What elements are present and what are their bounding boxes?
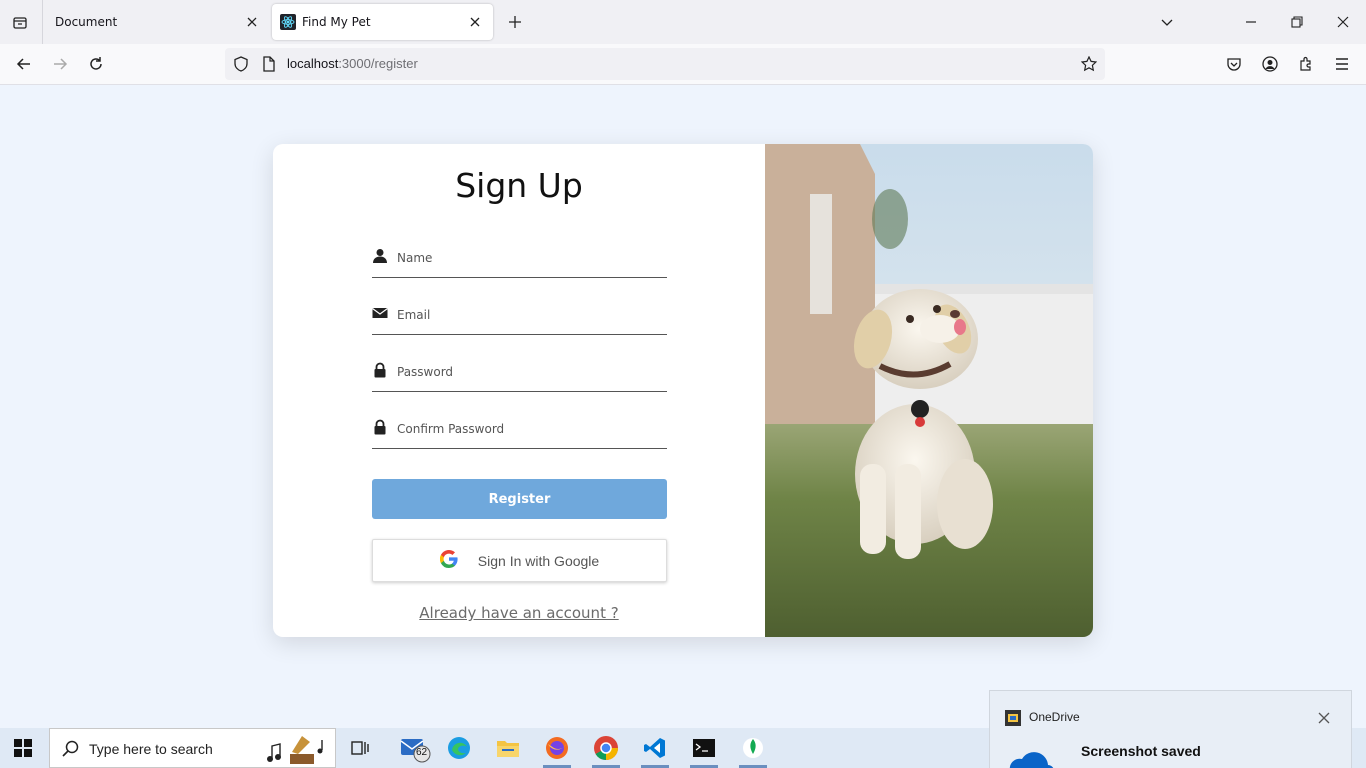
toast-heading: Screenshot saved [1081,743,1201,759]
page-title: Sign Up [455,166,583,205]
lock-icon [372,362,388,378]
mail-icon[interactable]: 62 [392,728,436,768]
password-field [372,356,667,392]
tab-label: Document [55,15,118,29]
tab-find-my-pet[interactable]: Find My Pet [272,4,493,40]
search-placeholder: Type here to search [89,741,213,757]
vscode-icon[interactable] [633,728,677,768]
mongodb-icon[interactable] [731,728,775,768]
close-icon[interactable] [467,14,483,30]
url-text[interactable]: localhost:3000/register [287,56,418,71]
email-input[interactable] [397,305,657,325]
google-signin-button[interactable]: Sign In with Google [372,539,667,582]
puppy-photo [765,144,1093,637]
tab-bar: Document Find My Pet [0,0,1366,44]
extensions-icon[interactable] [1295,53,1317,75]
url-host: localhost [287,56,339,71]
reload-icon[interactable] [85,53,107,75]
name-input[interactable] [397,248,657,268]
confirm-password-input[interactable] [397,419,657,439]
shield-icon[interactable] [233,56,249,72]
task-view-icon[interactable] [338,728,382,768]
tab-document[interactable]: Document [43,4,270,40]
window-close-icon[interactable] [1333,12,1353,32]
google-icon [439,550,458,571]
mail-badge: 62 [416,747,428,758]
lock-icon [372,419,388,435]
onedrive-toast[interactable]: OneDrive Screenshot saved [989,690,1352,768]
url-path: :3000/register [338,56,418,71]
confirm-password-field [372,413,667,449]
taskbar-search[interactable]: Type here to search [49,728,336,768]
onedrive-icon [1005,710,1021,730]
signup-card: Sign Up Register [273,144,1093,637]
terminal-icon[interactable] [682,728,726,768]
chrome-icon[interactable] [584,728,628,768]
edge-icon[interactable] [437,728,481,768]
minimize-icon[interactable] [1241,12,1261,32]
restore-icon[interactable] [1287,12,1307,32]
react-icon [280,14,296,30]
menu-icon[interactable] [1331,53,1353,75]
envelope-icon [372,305,388,321]
signup-form: Sign Up Register [273,144,765,637]
new-tab-icon[interactable] [505,12,525,32]
register-button[interactable]: Register [372,479,667,519]
page-icon[interactable] [261,56,277,72]
gramophone-icon [264,732,334,768]
bookmark-star-icon[interactable] [1081,56,1097,72]
email-field [372,299,667,335]
user-icon [372,248,388,264]
tab-list-icon[interactable] [8,10,32,34]
search-icon [62,740,80,762]
navigation-bar: localhost:3000/register [0,44,1366,85]
back-arrow-icon[interactable] [13,53,35,75]
login-link[interactable]: Already have an account ? [273,604,765,622]
windows-start-icon[interactable] [14,739,32,757]
account-icon[interactable] [1259,53,1281,75]
password-input[interactable] [397,362,657,382]
google-signin-label: Sign In with Google [477,552,600,569]
chevron-down-icon[interactable] [1157,12,1177,32]
pocket-icon[interactable] [1223,53,1245,75]
tab-label: Find My Pet [302,15,371,29]
toast-app-name: OneDrive [1029,710,1080,724]
close-icon[interactable] [244,14,260,30]
name-field [372,242,667,278]
file-explorer-icon[interactable] [486,728,530,768]
cloud-icon [1005,751,1055,768]
url-bar[interactable]: localhost:3000/register [225,48,1105,80]
close-icon[interactable] [1318,709,1332,724]
firefox-icon[interactable] [535,728,579,768]
forward-arrow-icon[interactable] [49,53,71,75]
